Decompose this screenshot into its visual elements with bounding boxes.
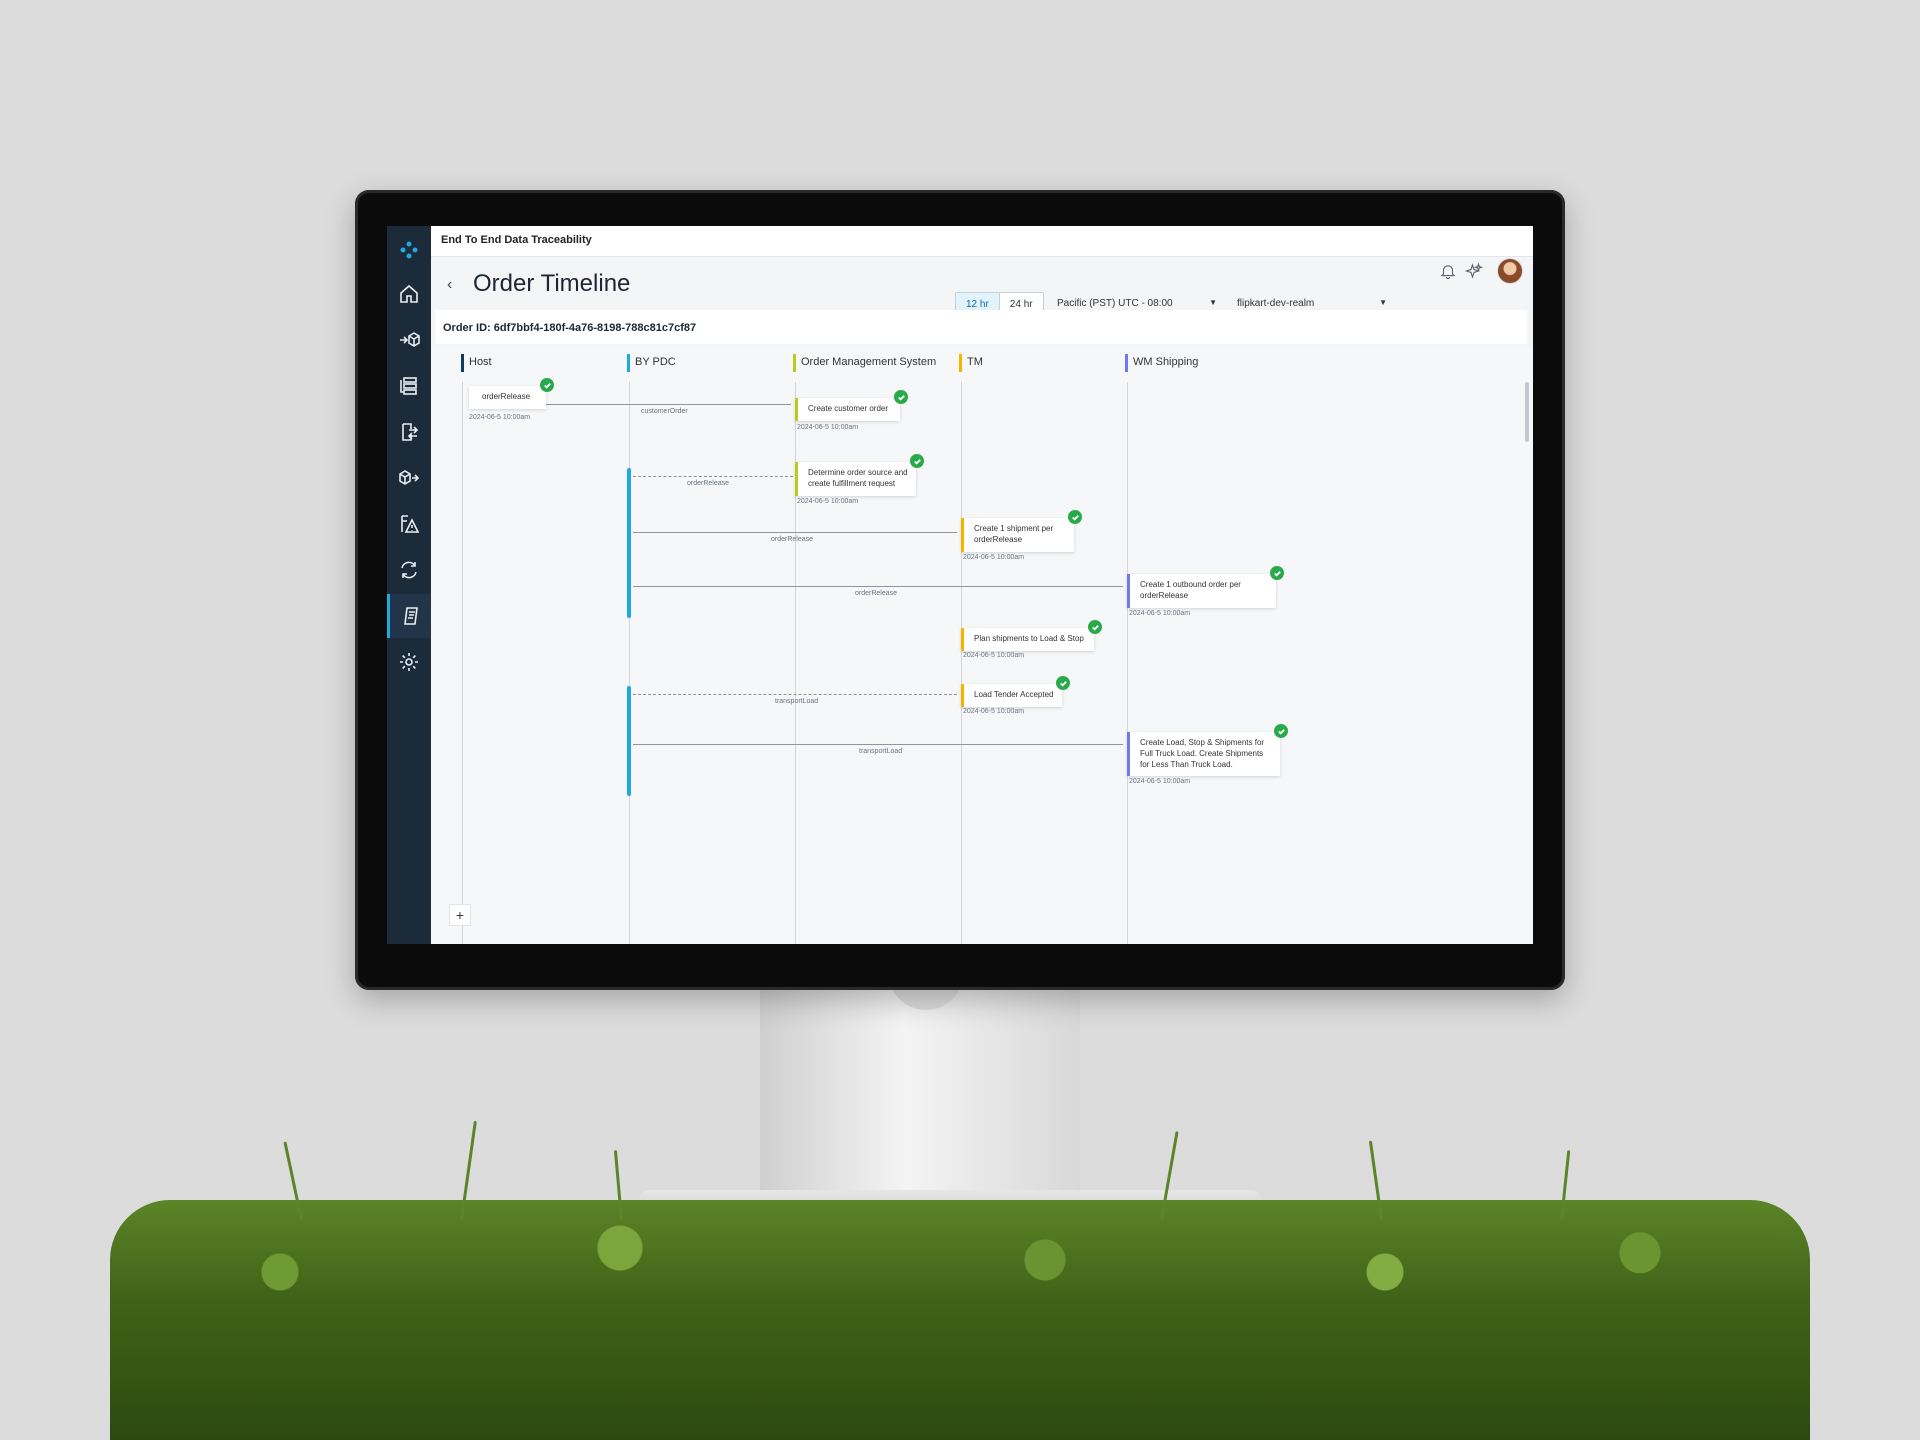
check-icon: [1270, 566, 1284, 580]
lane-oms: Order Management System: [793, 354, 937, 372]
monitor: End To End Data Traceability ‹ Order Tim…: [355, 190, 1565, 990]
message-arrow: [633, 694, 957, 695]
message-arrow: [633, 744, 1123, 745]
event-timestamp: 2024-06-5 10:00am: [1129, 610, 1191, 617]
event-timestamp: 2024-06-5 10:00am: [797, 424, 859, 431]
event-card[interactable]: Determine order source and create fulfil…: [795, 454, 924, 496]
back-chevron-icon[interactable]: ‹: [447, 276, 452, 294]
sidebar: [387, 226, 434, 944]
logo-icon[interactable]: [387, 228, 431, 272]
lane-color-bar: [461, 354, 464, 372]
check-icon: [910, 454, 924, 468]
lifeline-wm: [1127, 382, 1128, 944]
message-label: orderRelease: [855, 590, 898, 597]
page-title: Order Timeline: [473, 270, 631, 297]
sync-icon[interactable]: [387, 548, 431, 592]
alert-doc-icon[interactable]: [387, 502, 431, 546]
order-id: Order ID: 6df7bbf4-180f-4a76-8198-788c81…: [443, 322, 697, 334]
lane-color-bar: [793, 354, 796, 372]
activation-bar: [627, 468, 631, 618]
event-text: Plan shipments to Load & Stop: [974, 634, 1084, 643]
message-label: orderRelease: [771, 536, 814, 543]
lane-label: Host: [469, 356, 492, 368]
check-icon: [540, 378, 554, 392]
realm-value: flipkart-dev-realm: [1237, 298, 1315, 309]
lifeline-host: [462, 382, 463, 944]
outbound-box-icon[interactable]: [387, 456, 431, 500]
check-icon: [1056, 676, 1070, 690]
lifeline-tm: [961, 382, 962, 944]
message-label: transportLoad: [775, 698, 819, 705]
lane-color-bar: [1125, 354, 1128, 372]
add-button[interactable]: +: [449, 904, 471, 926]
list-flow-icon[interactable]: [387, 364, 431, 408]
lane-label: TM: [967, 356, 983, 368]
lane-bypdc: BY PDC: [627, 354, 676, 372]
event-timestamp: 2024-06-5 10:00am: [963, 652, 1025, 659]
app-title: End To End Data Traceability: [441, 234, 592, 246]
home-icon[interactable]: [387, 272, 431, 316]
lifeline-bypdc: [629, 382, 630, 944]
message-arrow: [633, 532, 957, 533]
lane-color-bar: [959, 354, 962, 372]
event-text: Load Tender Accepted: [974, 690, 1054, 699]
lane-label: Order Management System: [801, 356, 937, 368]
message-label: orderRelease: [687, 480, 730, 487]
lane-label: BY PDC: [635, 356, 676, 368]
event-card[interactable]: Create customer order: [795, 390, 908, 421]
event-card[interactable]: Load Tender Accepted: [961, 676, 1070, 707]
order-bar: Order ID: 6df7bbf4-180f-4a76-8198-788c81…: [435, 310, 1527, 344]
event-timestamp: 2024-06-5 10:00am: [963, 554, 1025, 561]
message-label: customerOrder: [641, 408, 688, 415]
settings-icon[interactable]: [387, 640, 431, 684]
lane-label: WM Shipping: [1133, 356, 1199, 368]
event-card[interactable]: Create Load, Stop & Shipments for Full T…: [1127, 724, 1288, 777]
lane-tm: TM: [959, 354, 983, 372]
message-label: transportLoad: [859, 748, 903, 755]
lane-wm-shipping: WM Shipping: [1125, 354, 1199, 372]
event-card[interactable]: Plan shipments to Load & Stop: [961, 620, 1102, 651]
event-text: Create 1 shipment per orderRelease: [974, 524, 1054, 544]
message-arrow: [633, 476, 793, 477]
event-card[interactable]: Create 1 outbound order per orderRelease: [1127, 566, 1284, 608]
check-icon: [1088, 620, 1102, 634]
chevron-down-icon: ▼: [1379, 298, 1387, 307]
lane-host: Host: [461, 354, 492, 372]
sparkle-icon[interactable]: [1464, 262, 1484, 285]
shrub: [110, 1200, 1810, 1440]
transfer-icon[interactable]: [387, 410, 431, 454]
scene: End To End Data Traceability ‹ Order Tim…: [0, 0, 1920, 1440]
event-timestamp: 2024-06-5 10:00am: [963, 708, 1025, 715]
event-text: Determine order source and create fulfil…: [808, 468, 908, 488]
check-icon: [1274, 724, 1288, 738]
bell-icon[interactable]: [1439, 262, 1457, 285]
event-card[interactable]: orderRelease: [469, 378, 554, 409]
timeline: Host BY PDC Order Management System TM W…: [431, 348, 1533, 944]
page-header: ‹ Order Timeline 12 hr 24 hr Pacific (PS…: [431, 256, 1533, 317]
activation-bar: [627, 686, 631, 796]
event-timestamp: 2024-06-5 10:00am: [1129, 778, 1191, 785]
event-timestamp: 2024-06-5 10:00am: [469, 414, 531, 421]
event-text: orderRelease: [482, 392, 531, 401]
event-card[interactable]: Create 1 shipment per orderRelease: [961, 510, 1082, 552]
timezone-value: Pacific (PST) UTC - 08:00: [1057, 298, 1173, 309]
event-timestamp: 2024-06-5 10:00am: [797, 498, 859, 505]
screen: End To End Data Traceability ‹ Order Tim…: [387, 226, 1533, 944]
check-icon: [1068, 510, 1082, 524]
document-icon[interactable]: [387, 594, 434, 638]
app-bar: End To End Data Traceability: [431, 226, 1533, 257]
chevron-down-icon: ▼: [1209, 298, 1217, 307]
scrollbar[interactable]: [1525, 382, 1529, 442]
message-arrow: [541, 404, 791, 405]
check-icon: [894, 390, 908, 404]
message-arrow: [633, 586, 1123, 587]
avatar[interactable]: [1497, 258, 1523, 284]
lane-color-bar: [627, 354, 630, 372]
event-text: Create 1 outbound order per orderRelease: [1140, 580, 1241, 600]
inbound-box-icon[interactable]: [387, 318, 431, 362]
event-text: Create Load, Stop & Shipments for Full T…: [1140, 738, 1265, 769]
event-text: Create customer order: [808, 404, 889, 413]
